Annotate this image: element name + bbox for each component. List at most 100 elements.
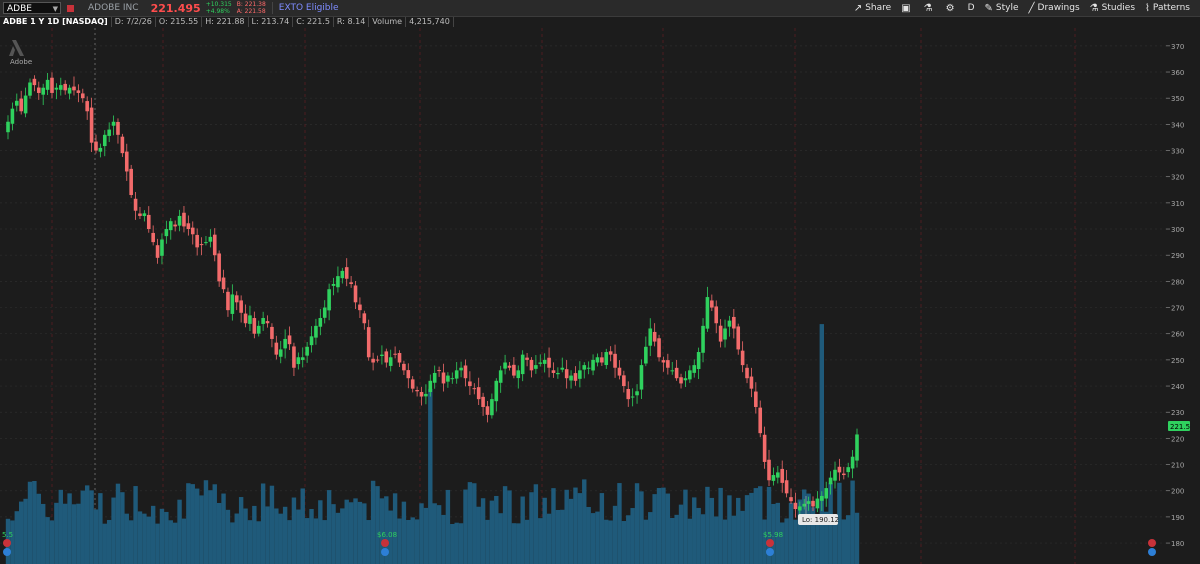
candle-body[interactable]	[195, 234, 199, 248]
candle-body[interactable]	[160, 239, 164, 256]
candle-body[interactable]	[19, 98, 23, 112]
candle-body[interactable]	[287, 335, 292, 345]
candle-body[interactable]	[811, 500, 815, 507]
candle-body[interactable]	[780, 468, 785, 483]
candle-body[interactable]	[855, 434, 859, 461]
candle-body[interactable]	[542, 359, 547, 364]
earnings-marker-icon[interactable]	[3, 548, 11, 556]
candle-body[interactable]	[129, 168, 133, 196]
candle-body[interactable]	[14, 100, 19, 106]
candle-body[interactable]	[212, 234, 217, 256]
candle-body[interactable]	[534, 365, 538, 369]
candle-body[interactable]	[802, 503, 807, 507]
candle-body[interactable]	[547, 357, 551, 368]
candle-body[interactable]	[582, 365, 587, 370]
candle-body[interactable]	[758, 407, 763, 434]
candle-body[interactable]	[28, 82, 32, 96]
candle-body[interactable]	[72, 86, 76, 91]
candle-body[interactable]	[679, 377, 683, 384]
candle-body[interactable]	[727, 320, 732, 327]
earnings-marker-icon[interactable]	[381, 548, 389, 556]
candle-body[interactable]	[419, 391, 424, 397]
candle-body[interactable]	[551, 370, 556, 373]
candle-body[interactable]	[626, 388, 631, 400]
event-marker-icon[interactable]	[381, 539, 389, 547]
price-axis[interactable]: 180 190 200 210 220 230 240 250 260 270 280 290 300 3…	[1166, 28, 1200, 564]
style-button[interactable]: ✎ Style	[985, 3, 1019, 14]
candle-body[interactable]	[111, 121, 116, 126]
candle-body[interactable]	[168, 221, 173, 231]
candle-body[interactable]	[498, 370, 503, 383]
candle-body[interactable]	[842, 473, 846, 476]
candle-body[interactable]	[327, 289, 331, 311]
event-marker-icon[interactable]	[766, 539, 774, 547]
candle-body[interactable]	[380, 354, 384, 356]
candle-body[interactable]	[516, 370, 521, 379]
candle-body[interactable]	[710, 300, 714, 308]
candle-body[interactable]	[344, 267, 349, 279]
candle-body[interactable]	[688, 370, 692, 380]
candle-body[interactable]	[208, 236, 213, 242]
candle-body[interactable]	[45, 79, 50, 90]
candle-body[interactable]	[120, 136, 125, 154]
candle-body[interactable]	[815, 498, 820, 509]
candle-body[interactable]	[142, 213, 147, 217]
candle-body[interactable]	[428, 380, 433, 393]
candle-body[interactable]	[454, 370, 459, 379]
candle-body[interactable]	[80, 93, 85, 99]
candle-body[interactable]	[314, 325, 318, 338]
period-button[interactable]: D	[968, 3, 975, 13]
candle-body[interactable]	[124, 151, 129, 172]
candle-body[interactable]	[50, 77, 54, 93]
candle-body[interactable]	[402, 363, 406, 371]
candle-body[interactable]	[512, 364, 516, 376]
candle-body[interactable]	[274, 342, 279, 355]
candle-body[interactable]	[10, 108, 15, 124]
candle-body[interactable]	[622, 375, 626, 387]
candle-body[interactable]	[182, 212, 186, 227]
candle-body[interactable]	[828, 477, 833, 485]
candle-body[interactable]	[256, 325, 261, 334]
candle-body[interactable]	[305, 346, 309, 356]
candle-body[interactable]	[740, 350, 745, 366]
candle-body[interactable]	[798, 506, 802, 511]
candle-body[interactable]	[503, 362, 507, 369]
candle-body[interactable]	[586, 367, 591, 369]
candle-body[interactable]	[261, 318, 265, 324]
candle-body[interactable]	[450, 378, 455, 380]
candle-body[interactable]	[98, 147, 103, 152]
candle-body[interactable]	[362, 313, 367, 324]
candle-body[interactable]	[604, 352, 609, 366]
candle-body[interactable]	[221, 277, 226, 290]
studies-button[interactable]: ⚗ Studies	[1090, 3, 1135, 14]
candle-body[interactable]	[349, 282, 353, 284]
candle-body[interactable]	[446, 375, 450, 382]
candle-body[interactable]	[745, 367, 749, 379]
candle-body[interactable]	[767, 459, 771, 481]
candle-body[interactable]	[85, 101, 89, 112]
candle-body[interactable]	[164, 229, 169, 237]
candle-body[interactable]	[806, 501, 811, 504]
candle-body[interactable]	[116, 121, 120, 135]
candle-body[interactable]	[217, 253, 221, 282]
candle-body[interactable]	[749, 376, 754, 389]
candle-body[interactable]	[283, 338, 287, 349]
candle-body[interactable]	[393, 353, 397, 355]
candle-body[interactable]	[648, 328, 653, 346]
flask-button[interactable]: ⚗	[924, 3, 936, 14]
candle-body[interactable]	[507, 365, 512, 368]
event-marker-icon[interactable]	[1148, 539, 1156, 547]
candle-body[interactable]	[239, 300, 243, 313]
candle-body[interactable]	[692, 365, 697, 373]
candle-body[interactable]	[793, 502, 798, 510]
candle-body[interactable]	[234, 295, 239, 303]
candle-body[interactable]	[538, 362, 543, 364]
candle-body[interactable]	[617, 367, 622, 376]
candle-body[interactable]	[525, 357, 529, 360]
candle-body[interactable]	[186, 223, 191, 230]
candle-body[interactable]	[424, 393, 428, 397]
candle-body[interactable]	[441, 372, 446, 384]
candle-body[interactable]	[107, 129, 111, 136]
candle-body[interactable]	[652, 331, 657, 342]
candle-body[interactable]	[476, 387, 481, 400]
